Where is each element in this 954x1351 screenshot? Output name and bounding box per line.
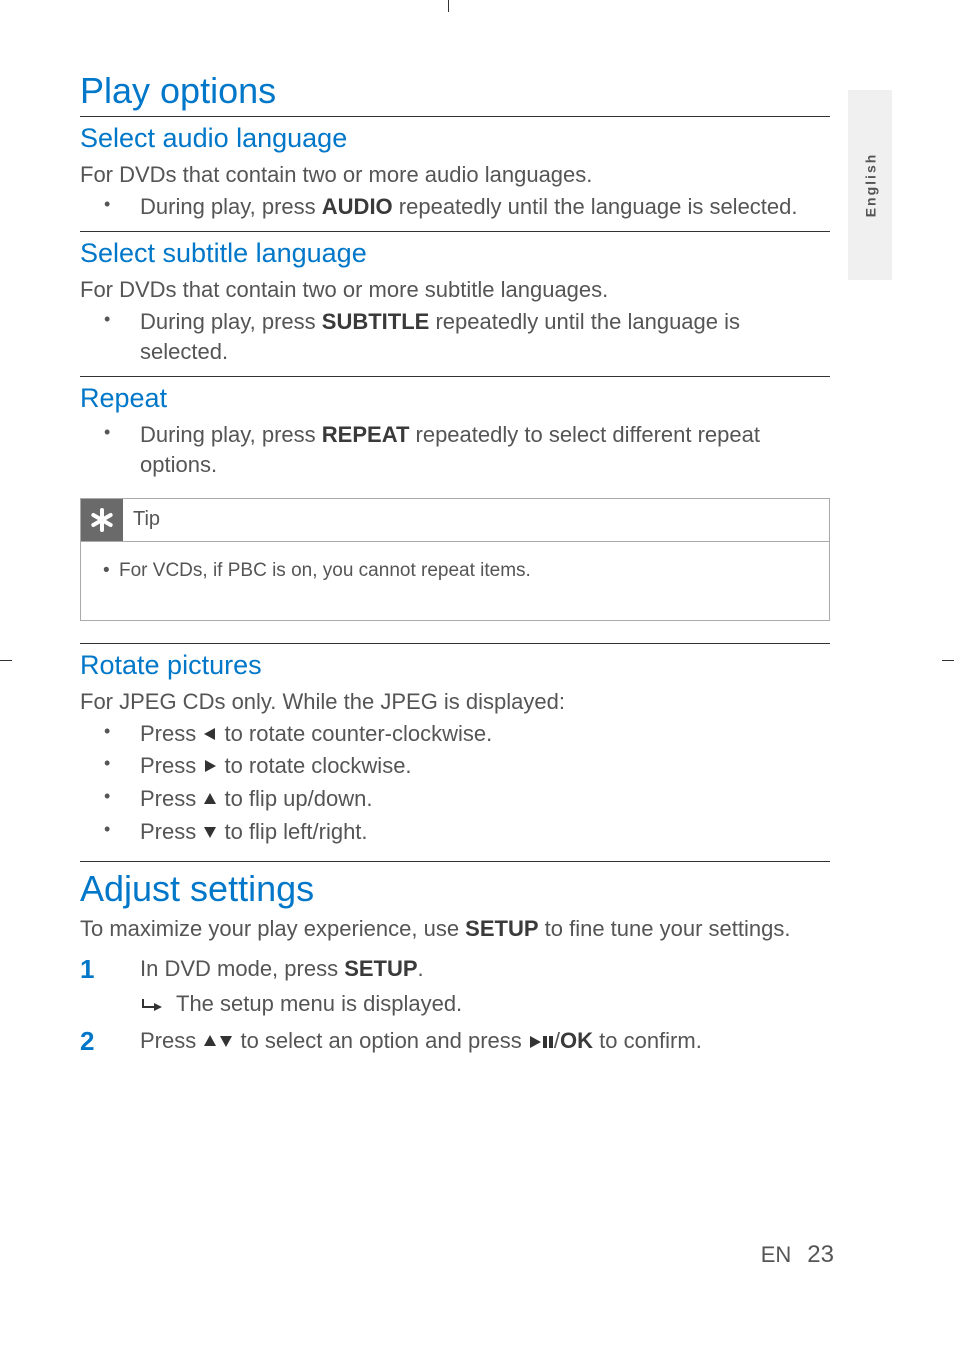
arrow-up-icon <box>202 1025 218 1058</box>
crop-mark <box>80 63 92 64</box>
key-ok: OK <box>560 1028 593 1053</box>
rotate-list: Press to rotate counter-clockwise. Press… <box>80 719 830 848</box>
manual-page: English Play options Select audio langua… <box>0 0 954 1351</box>
key-audio: AUDIO <box>322 194 393 219</box>
text: to rotate counter-clockwise. <box>218 721 492 746</box>
divider <box>80 231 830 232</box>
text: repeatedly until the language is selecte… <box>393 194 798 219</box>
step-number: 1 <box>80 950 94 989</box>
list-item: During play, press SUBTITLE repeatedly u… <box>80 307 830 366</box>
text: to fine tune your settings. <box>539 916 791 941</box>
tip-text: For VCDs, if PBC is on, you cannot repea… <box>99 560 811 582</box>
crop-mark <box>0 660 12 661</box>
arrow-right-icon <box>202 752 218 782</box>
text: to rotate clockwise. <box>218 753 411 778</box>
subtitle-intro: For DVDs that contain two or more subtit… <box>80 275 830 305</box>
text: to select an option and press <box>234 1028 528 1053</box>
play-icon <box>528 1025 542 1058</box>
text: Press <box>140 819 202 844</box>
key-setup: SETUP <box>344 956 417 981</box>
language-tab: English <box>848 90 892 280</box>
arrow-up-icon <box>202 785 218 815</box>
crop-mark <box>448 0 449 12</box>
list-item: During play, press AUDIO repeatedly unti… <box>80 192 830 222</box>
key-repeat: REPEAT <box>322 422 410 447</box>
text: Press <box>140 1028 202 1053</box>
divider <box>80 116 830 117</box>
text: During play, press <box>140 194 322 219</box>
text: During play, press <box>140 422 322 447</box>
result-arrow-icon <box>140 991 164 1024</box>
content-column: Play options Select audio language For D… <box>80 70 830 1058</box>
step-2: 2 Press to select an option and press /O… <box>80 1024 830 1058</box>
steps-list: 1 In DVD mode, press SETUP. The setup me… <box>80 952 830 1058</box>
key-setup: SETUP <box>465 916 538 941</box>
arrow-down-icon <box>202 818 218 848</box>
page-number: 23 <box>807 1241 834 1269</box>
footer-lang: EN <box>761 1242 792 1268</box>
asterisk-icon <box>81 499 123 541</box>
text: to flip up/down. <box>218 786 372 811</box>
text: . <box>418 956 424 981</box>
step-1: 1 In DVD mode, press SETUP. The setup me… <box>80 952 830 1020</box>
heading-repeat: Repeat <box>80 383 830 414</box>
repeat-list: During play, press REPEAT repeatedly to … <box>80 420 830 479</box>
adjust-intro: To maximize your play experience, use SE… <box>80 914 830 944</box>
step-number: 2 <box>80 1022 94 1061</box>
language-tab-label: English <box>862 153 878 218</box>
text: Press <box>140 721 202 746</box>
rotate-intro: For JPEG CDs only. While the JPEG is dis… <box>80 687 830 717</box>
text: Press <box>140 786 202 811</box>
list-item: Press to flip up/down. <box>80 784 830 815</box>
tip-label: Tip <box>133 508 160 531</box>
text: to flip left/right. <box>218 819 367 844</box>
divider <box>80 643 830 644</box>
tip-header: Tip <box>81 499 829 542</box>
text: Press <box>140 753 202 778</box>
substep: The setup menu is displayed. <box>140 987 830 1020</box>
tip-body: For VCDs, if PBC is on, you cannot repea… <box>81 542 829 620</box>
heading-select-subtitle: Select subtitle language <box>80 238 830 269</box>
list-item: Press to flip left/right. <box>80 817 830 848</box>
pause-icon <box>542 1025 554 1058</box>
text: to confirm. <box>593 1028 702 1053</box>
arrow-down-icon <box>218 1025 234 1058</box>
arrow-left-icon <box>202 720 218 750</box>
list-item: During play, press REPEAT repeatedly to … <box>80 420 830 479</box>
page-footer: EN 23 <box>761 1241 834 1269</box>
heading-play-options: Play options <box>80 70 830 112</box>
heading-select-audio: Select audio language <box>80 123 830 154</box>
subtitle-list: During play, press SUBTITLE repeatedly u… <box>80 307 830 366</box>
text: During play, press <box>140 309 322 334</box>
text: In DVD mode, press <box>140 956 344 981</box>
divider <box>80 376 830 377</box>
tip-callout: Tip For VCDs, if PBC is on, you cannot r… <box>80 498 830 621</box>
list-item: Press to rotate clockwise. <box>80 751 830 782</box>
divider <box>80 861 830 862</box>
heading-adjust-settings: Adjust settings <box>80 868 830 910</box>
crop-mark <box>942 660 954 661</box>
heading-rotate: Rotate pictures <box>80 650 830 681</box>
key-subtitle: SUBTITLE <box>322 309 430 334</box>
audio-list: During play, press AUDIO repeatedly unti… <box>80 192 830 222</box>
text: To maximize your play experience, use <box>80 916 465 941</box>
text: The setup menu is displayed. <box>176 991 462 1016</box>
audio-intro: For DVDs that contain two or more audio … <box>80 160 830 190</box>
list-item: Press to rotate counter-clockwise. <box>80 719 830 750</box>
